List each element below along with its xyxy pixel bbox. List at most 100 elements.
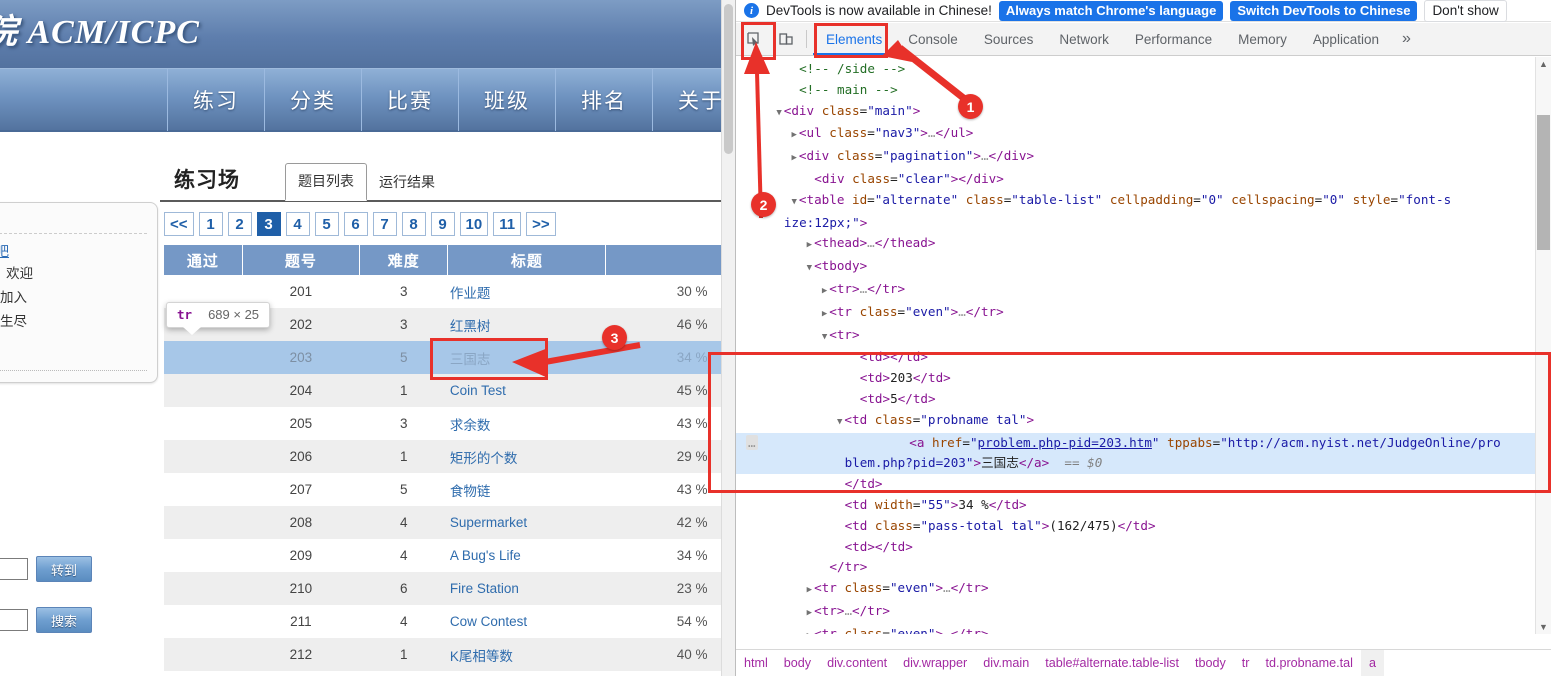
page-5[interactable]: 5	[314, 212, 339, 236]
table-row[interactable]: 208 4 Supermarket 42 %	[164, 506, 722, 539]
page-4[interactable]: 4	[285, 212, 310, 236]
table-row[interactable]: 210 6 Fire Station 23 %	[164, 572, 722, 605]
page-9[interactable]: 9	[430, 212, 455, 236]
col-title[interactable]: 标题	[447, 245, 607, 275]
nav-item-ranking[interactable]: 排名	[556, 69, 653, 131]
expand-dots-icon[interactable]: …	[746, 434, 758, 450]
page-2[interactable]: 2	[227, 212, 252, 236]
twisty-icon[interactable]: ▼	[837, 417, 842, 427]
tab-elements[interactable]: Elements	[813, 23, 895, 55]
page-first[interactable]: <<	[164, 212, 194, 236]
page-3-current[interactable]: 3	[256, 212, 281, 236]
tab-memory[interactable]: Memory	[1225, 23, 1300, 55]
tab-network[interactable]: Network	[1046, 23, 1122, 55]
tab-sources[interactable]: Sources	[971, 23, 1047, 55]
table-row[interactable]: 207 5 食物链 43 %	[164, 473, 722, 506]
table-row[interactable]: 211 4 Cow Contest 54 %	[164, 605, 722, 638]
tab-performance[interactable]: Performance	[1122, 23, 1225, 55]
cell-title[interactable]: 红黑树	[447, 308, 606, 341]
page-6[interactable]: 6	[343, 212, 368, 236]
twisty-icon[interactable]: ▼	[776, 108, 781, 118]
sidebar-link[interactable]: 学院acmicpc吧	[0, 240, 147, 260]
dom-tree-line[interactable]: ▼ <table id="alternate" class="table-list…	[736, 190, 1536, 213]
breadcrumb-item[interactable]: html	[736, 656, 776, 670]
dom-tree-line[interactable]: ▼ <td class="probname tal">	[736, 410, 1536, 433]
page-10[interactable]: 10	[459, 212, 489, 236]
cell-title[interactable]: Cow Contest	[447, 605, 606, 638]
page-11[interactable]: 11	[493, 212, 522, 236]
cell-title[interactable]: 矩形的个数	[447, 440, 606, 473]
twisty-icon[interactable]: ▼	[822, 332, 827, 342]
twisty-icon[interactable]: ▶	[807, 585, 812, 595]
table-row[interactable]: 2134Wildcard8 %	[164, 671, 722, 676]
col-ratio[interactable]	[605, 245, 722, 275]
dom-tree-line[interactable]: <td>5</td>	[736, 389, 1536, 410]
page-8[interactable]: 8	[401, 212, 426, 236]
switch-to-chinese-button[interactable]: Switch DevTools to Chinese	[1230, 0, 1418, 21]
twisty-icon[interactable]: ▶	[807, 631, 812, 634]
cell-title[interactable]: A Bug's Life	[447, 539, 606, 572]
twisty-icon[interactable]: ▼	[792, 197, 797, 207]
tab-run-results[interactable]: 运行结果	[367, 165, 447, 200]
dom-tree-line[interactable]: <td></td>	[736, 537, 1536, 558]
cell-title[interactable]: 食物链	[447, 473, 606, 506]
cell-title[interactable]: 三国志	[447, 341, 606, 374]
table-row[interactable]: 203 5 三国志 34 %	[164, 341, 722, 374]
dom-tree-line[interactable]: <td width="55">34 %</td>	[736, 495, 1536, 516]
twisty-icon[interactable]: ▶	[807, 240, 812, 250]
table-row[interactable]: 204 1 Coin Test 45 %	[164, 374, 722, 407]
dom-tree-line[interactable]: <!-- /side -->	[736, 59, 1536, 80]
cell-title[interactable]: Supermarket	[447, 506, 606, 539]
twisty-icon[interactable]: ▶	[792, 130, 797, 140]
nav-item-contest[interactable]: 比赛	[362, 69, 459, 131]
table-row[interactable]: 212 1 K尾相等数 40 %	[164, 638, 722, 671]
cell-title[interactable]: K尾相等数	[447, 638, 606, 671]
dom-tree-line[interactable]: <div class="clear"></div>	[736, 169, 1536, 190]
cell-title[interactable]: 求余数	[447, 407, 606, 440]
cell-title[interactable]: Fire Station	[447, 572, 606, 605]
dom-tree-line[interactable]: ▶ <div class="pagination">…</div>	[736, 146, 1536, 169]
scroll-down-arrow[interactable]: ▼	[1536, 620, 1551, 634]
twisty-icon[interactable]: ▼	[807, 263, 812, 273]
goto-input[interactable]	[0, 558, 28, 580]
dom-tree-line[interactable]: <td class="pass-total tal">(162/475)</td…	[736, 516, 1536, 537]
dom-tree-line[interactable]: </tr>	[736, 557, 1536, 578]
page-last[interactable]: >>	[526, 212, 556, 236]
cell-title[interactable]: Coin Test	[447, 374, 606, 407]
dom-tree-line[interactable]: ▶ <tr>…</tr>	[736, 601, 1536, 624]
search-button[interactable]: 搜索	[36, 607, 92, 633]
dom-tree-line[interactable]: ▶<tr class="even">…</tr>	[736, 578, 1536, 601]
scroll-up-arrow[interactable]: ▲	[1536, 57, 1551, 71]
nav-item-practice[interactable]: 练习	[168, 69, 265, 131]
dom-tree-line[interactable]: <!-- main -->	[736, 80, 1536, 101]
device-toolbar-icon[interactable]	[772, 26, 800, 52]
breadcrumb-item[interactable]: tbody	[1187, 656, 1234, 670]
twisty-icon[interactable]: ▶	[792, 153, 797, 163]
tab-problem-list[interactable]: 题目列表	[285, 163, 367, 201]
page-scrollbar-thumb[interactable]	[724, 4, 733, 154]
page-scrollbar[interactable]	[721, 0, 735, 676]
nav-item-category[interactable]: 分类	[265, 69, 362, 131]
dom-tree-line[interactable]: ▼ <tr>	[736, 325, 1536, 348]
cell-title[interactable]: Wildcard	[447, 671, 606, 676]
dom-tree-line[interactable]: ▶ <tr>…</tr>	[736, 279, 1536, 302]
match-language-button[interactable]: Always match Chrome's language	[998, 0, 1224, 21]
dom-tree-line[interactable]: <td></td>	[736, 347, 1536, 368]
breadcrumb-item[interactable]: a	[1360, 649, 1384, 676]
twisty-icon[interactable]: ▶	[807, 608, 812, 618]
dont-show-button[interactable]: Don't show	[1424, 0, 1507, 22]
page-7[interactable]: 7	[372, 212, 397, 236]
breadcrumb-item[interactable]: div.content	[819, 656, 895, 670]
table-row[interactable]: 209 4 A Bug's Life 34 %	[164, 539, 722, 572]
breadcrumb-item[interactable]: body	[776, 656, 819, 670]
col-pass[interactable]: 通过	[164, 245, 243, 275]
breadcrumb-item[interactable]: table#alternate.table-list	[1037, 656, 1187, 670]
breadcrumb-item[interactable]: div.main	[975, 656, 1037, 670]
goto-button[interactable]: 转到	[36, 556, 92, 582]
dom-scrollbar-thumb[interactable]	[1537, 115, 1550, 250]
more-tabs-icon[interactable]: »	[1392, 30, 1421, 48]
tab-application[interactable]: Application	[1300, 23, 1392, 55]
table-row[interactable]: 205 3 求余数 43 %	[164, 407, 722, 440]
dom-tree-line[interactable]: </td>	[736, 474, 1536, 495]
breadcrumb-item[interactable]: td.probname.tal	[1257, 656, 1361, 670]
